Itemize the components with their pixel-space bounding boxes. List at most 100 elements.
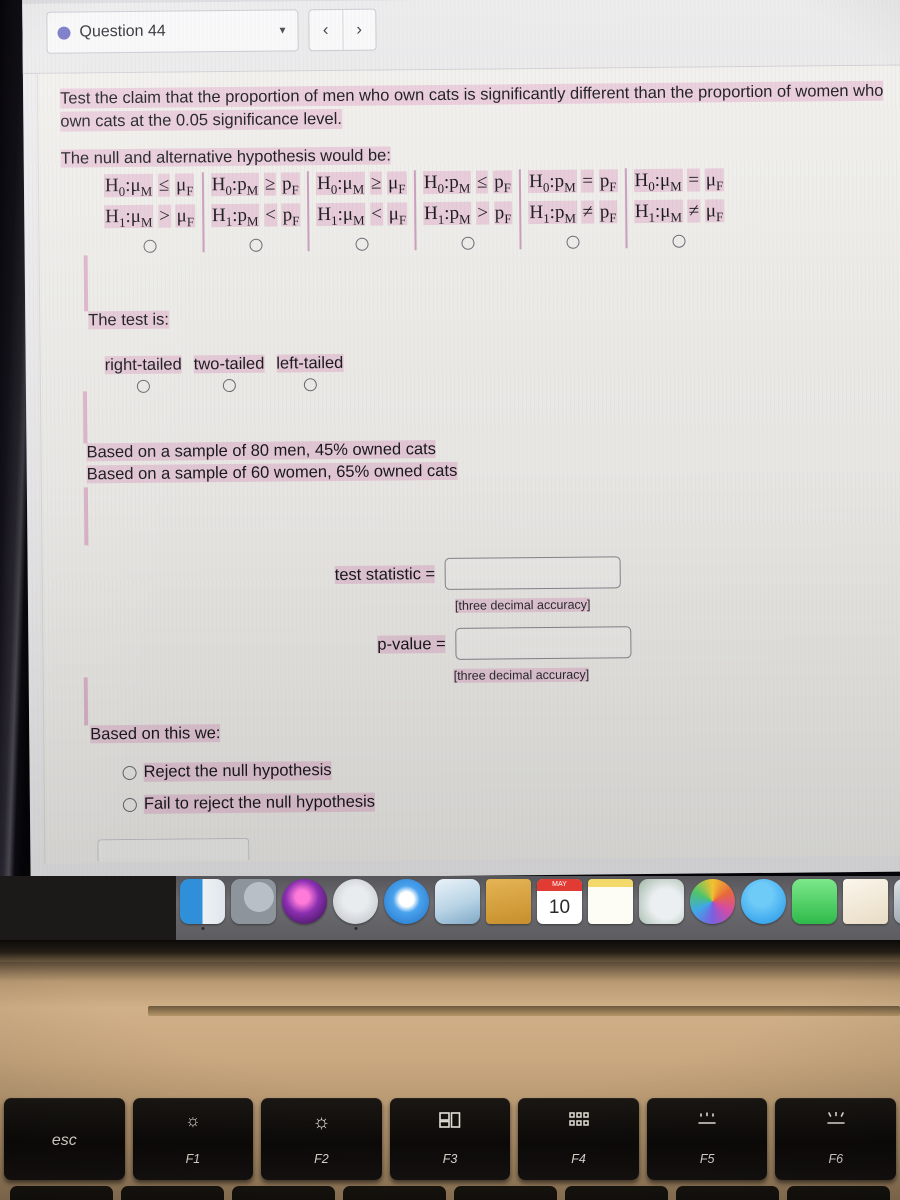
- hypothesis-option[interactable]: H0:μM ≤ μF H1:μM > μF: [97, 172, 202, 253]
- hypothesis-option[interactable]: H0:pM ≤ pF H1:pM > pF: [413, 169, 520, 250]
- tail-options: right-tailed two-tailed left-tailed: [99, 353, 350, 393]
- safari-icon[interactable]: [384, 879, 429, 924]
- keyboard-key[interactable]: [121, 1186, 224, 1200]
- launchpad-icon: [518, 1112, 639, 1130]
- selection-bar: [83, 487, 89, 546]
- tail-radio[interactable]: [303, 378, 317, 392]
- launchpad-icon[interactable]: [333, 879, 378, 930]
- photos-icon[interactable]: [690, 879, 735, 924]
- alt-hypothesis: H1:μM > μF: [104, 204, 196, 230]
- laptop-hinge: [0, 940, 900, 962]
- hypothesis-option[interactable]: H0:pM = pF H1:pM ≠ pF: [519, 168, 626, 249]
- hypothesis-radio[interactable]: [143, 239, 157, 253]
- conclusion-option[interactable]: Reject the null hypothesis: [122, 761, 332, 782]
- test-statistic-input[interactable]: [444, 556, 622, 590]
- test-statistic-row: test statistic =: [334, 556, 622, 591]
- keyboard-key[interactable]: [343, 1186, 446, 1200]
- brightness-up-icon: ☼: [312, 1111, 331, 1133]
- notes-icon[interactable]: [588, 879, 633, 924]
- keyboard-key[interactable]: [454, 1186, 557, 1200]
- keyboard-backlight-up-icon: [775, 1111, 896, 1130]
- f1-key[interactable]: ☼ F1: [132, 1098, 254, 1180]
- selection-bar: [82, 391, 88, 444]
- next-question-button[interactable]: ›: [341, 9, 376, 50]
- function-key-row: esc ☼ F1 ☼ F2 F3 F4 F5 F6: [0, 1098, 900, 1180]
- mission-control-icon: [390, 1112, 511, 1131]
- finder-icon[interactable]: [180, 879, 225, 930]
- hypothesis-option[interactable]: H0:μM ≥ μF H1:μM < μF: [306, 170, 415, 251]
- test-statistic-hint: [three decimal accuracy]: [454, 597, 591, 613]
- conclusion-option[interactable]: Fail to reject the null hypothesis: [122, 792, 376, 814]
- tail-radio[interactable]: [222, 378, 236, 393]
- null-hypothesis: H0:μM = μF: [633, 168, 725, 194]
- tail-option[interactable]: left-tailed: [270, 353, 349, 392]
- pages-icon[interactable]: [843, 879, 888, 924]
- selection-bar: [83, 677, 89, 726]
- hypothesis-option[interactable]: H0:pM ≥ pF H1:pM < pF: [201, 171, 308, 252]
- tail-option[interactable]: two-tailed: [188, 354, 271, 393]
- alt-hypothesis: H1:μM ≠ μF: [633, 199, 725, 225]
- tail-radio[interactable]: [136, 379, 150, 393]
- p-value-input[interactable]: [455, 626, 632, 660]
- f2-key[interactable]: ☼ F2: [261, 1098, 382, 1180]
- submit-button-partial[interactable]: [97, 837, 250, 862]
- xcode-tools-icon[interactable]: [231, 879, 276, 924]
- conclusion-label: Based on this we:: [90, 724, 221, 744]
- hypothesis-radio[interactable]: [566, 235, 580, 249]
- hypothesis-radio[interactable]: [461, 236, 475, 250]
- alt-hypothesis: H1:pM > pF: [422, 201, 513, 227]
- keyboard-key[interactable]: [787, 1186, 890, 1200]
- screenshot-root: Diana- Blackboa... O Diana- Outlook CS D…: [0, 0, 900, 1200]
- messages-icon[interactable]: [741, 879, 786, 924]
- null-hypothesis: H0:pM ≤ pF: [422, 170, 512, 196]
- hypothesis-options: H0:μM ≤ μF H1:μM > μF H0:pM ≥ pF H1:pM <…: [97, 167, 732, 253]
- tail-option[interactable]: right-tailed: [99, 355, 188, 393]
- photos-preview-icon[interactable]: [435, 879, 480, 924]
- question-prompt: Test the claim that the proportion of me…: [60, 80, 884, 132]
- keyboard-key[interactable]: [232, 1186, 335, 1200]
- f3-key[interactable]: F3: [389, 1098, 511, 1180]
- hypothesis-radio[interactable]: [672, 234, 686, 248]
- p-value-row: p-value =: [377, 626, 632, 660]
- chevron-down-icon[interactable]: ▼: [278, 25, 288, 36]
- alt-hypothesis: H1:μM < μF: [316, 202, 408, 228]
- hypothesis-radio[interactable]: [249, 238, 263, 252]
- keyboard-key[interactable]: [10, 1186, 113, 1200]
- dock-extra-icon[interactable]: [894, 879, 900, 924]
- alt-hypothesis: H1:pM ≠ pF: [528, 200, 618, 226]
- calendar-month: MAY: [537, 879, 582, 891]
- laptop-screen: Diana- Blackboa... O Diana- Outlook CS D…: [0, 0, 900, 940]
- keyboard-backlight-down-icon: [647, 1112, 768, 1130]
- hypothesis-intro: The null and alternative hypothesis woul…: [60, 146, 391, 168]
- test-type-label: The test is:: [88, 310, 170, 330]
- null-hypothesis: H0:μM ≤ μF: [103, 173, 195, 199]
- facetime-icon[interactable]: [792, 879, 837, 924]
- f6-key[interactable]: F6: [775, 1098, 897, 1180]
- selection-bar: [83, 255, 89, 312]
- conclusion-radio[interactable]: [122, 797, 137, 812]
- hypothesis-option[interactable]: H0:μM = μF H1:μM ≠ μF: [624, 167, 732, 248]
- f4-key[interactable]: F4: [518, 1098, 639, 1180]
- conclusion-radio[interactable]: [122, 765, 137, 780]
- null-hypothesis: H0:pM ≥ pF: [210, 172, 300, 198]
- esc-key[interactable]: esc: [4, 1098, 125, 1180]
- hypothesis-radio[interactable]: [355, 237, 369, 251]
- calendar-icon[interactable]: MAY 10: [537, 879, 582, 924]
- question-selector[interactable]: Question 44 ▼: [46, 9, 299, 54]
- laptop-deck-edge: [148, 1006, 900, 1016]
- alt-hypothesis: H1:pM < pF: [210, 203, 301, 229]
- folder-icon[interactable]: [486, 879, 531, 924]
- null-hypothesis: H0:μM ≥ μF: [315, 171, 407, 197]
- keyboard-key[interactable]: [676, 1186, 779, 1200]
- question-status-dot: [57, 26, 71, 40]
- browser-window: Diana- Blackboa... O Diana- Outlook CS D…: [22, 0, 900, 880]
- siri-icon[interactable]: [282, 879, 327, 924]
- page-title: Question 44: [79, 22, 166, 41]
- macos-dock: MAY 10: [0, 876, 900, 942]
- keyboard-key[interactable]: [565, 1186, 668, 1200]
- prev-question-button[interactable]: ‹: [309, 10, 342, 50]
- f5-key[interactable]: F5: [646, 1098, 768, 1180]
- utilities-icon[interactable]: [639, 879, 684, 924]
- question-nav: ‹ ›: [308, 8, 377, 52]
- quiz-content-area: Test the claim that the proportion of me…: [36, 65, 900, 864]
